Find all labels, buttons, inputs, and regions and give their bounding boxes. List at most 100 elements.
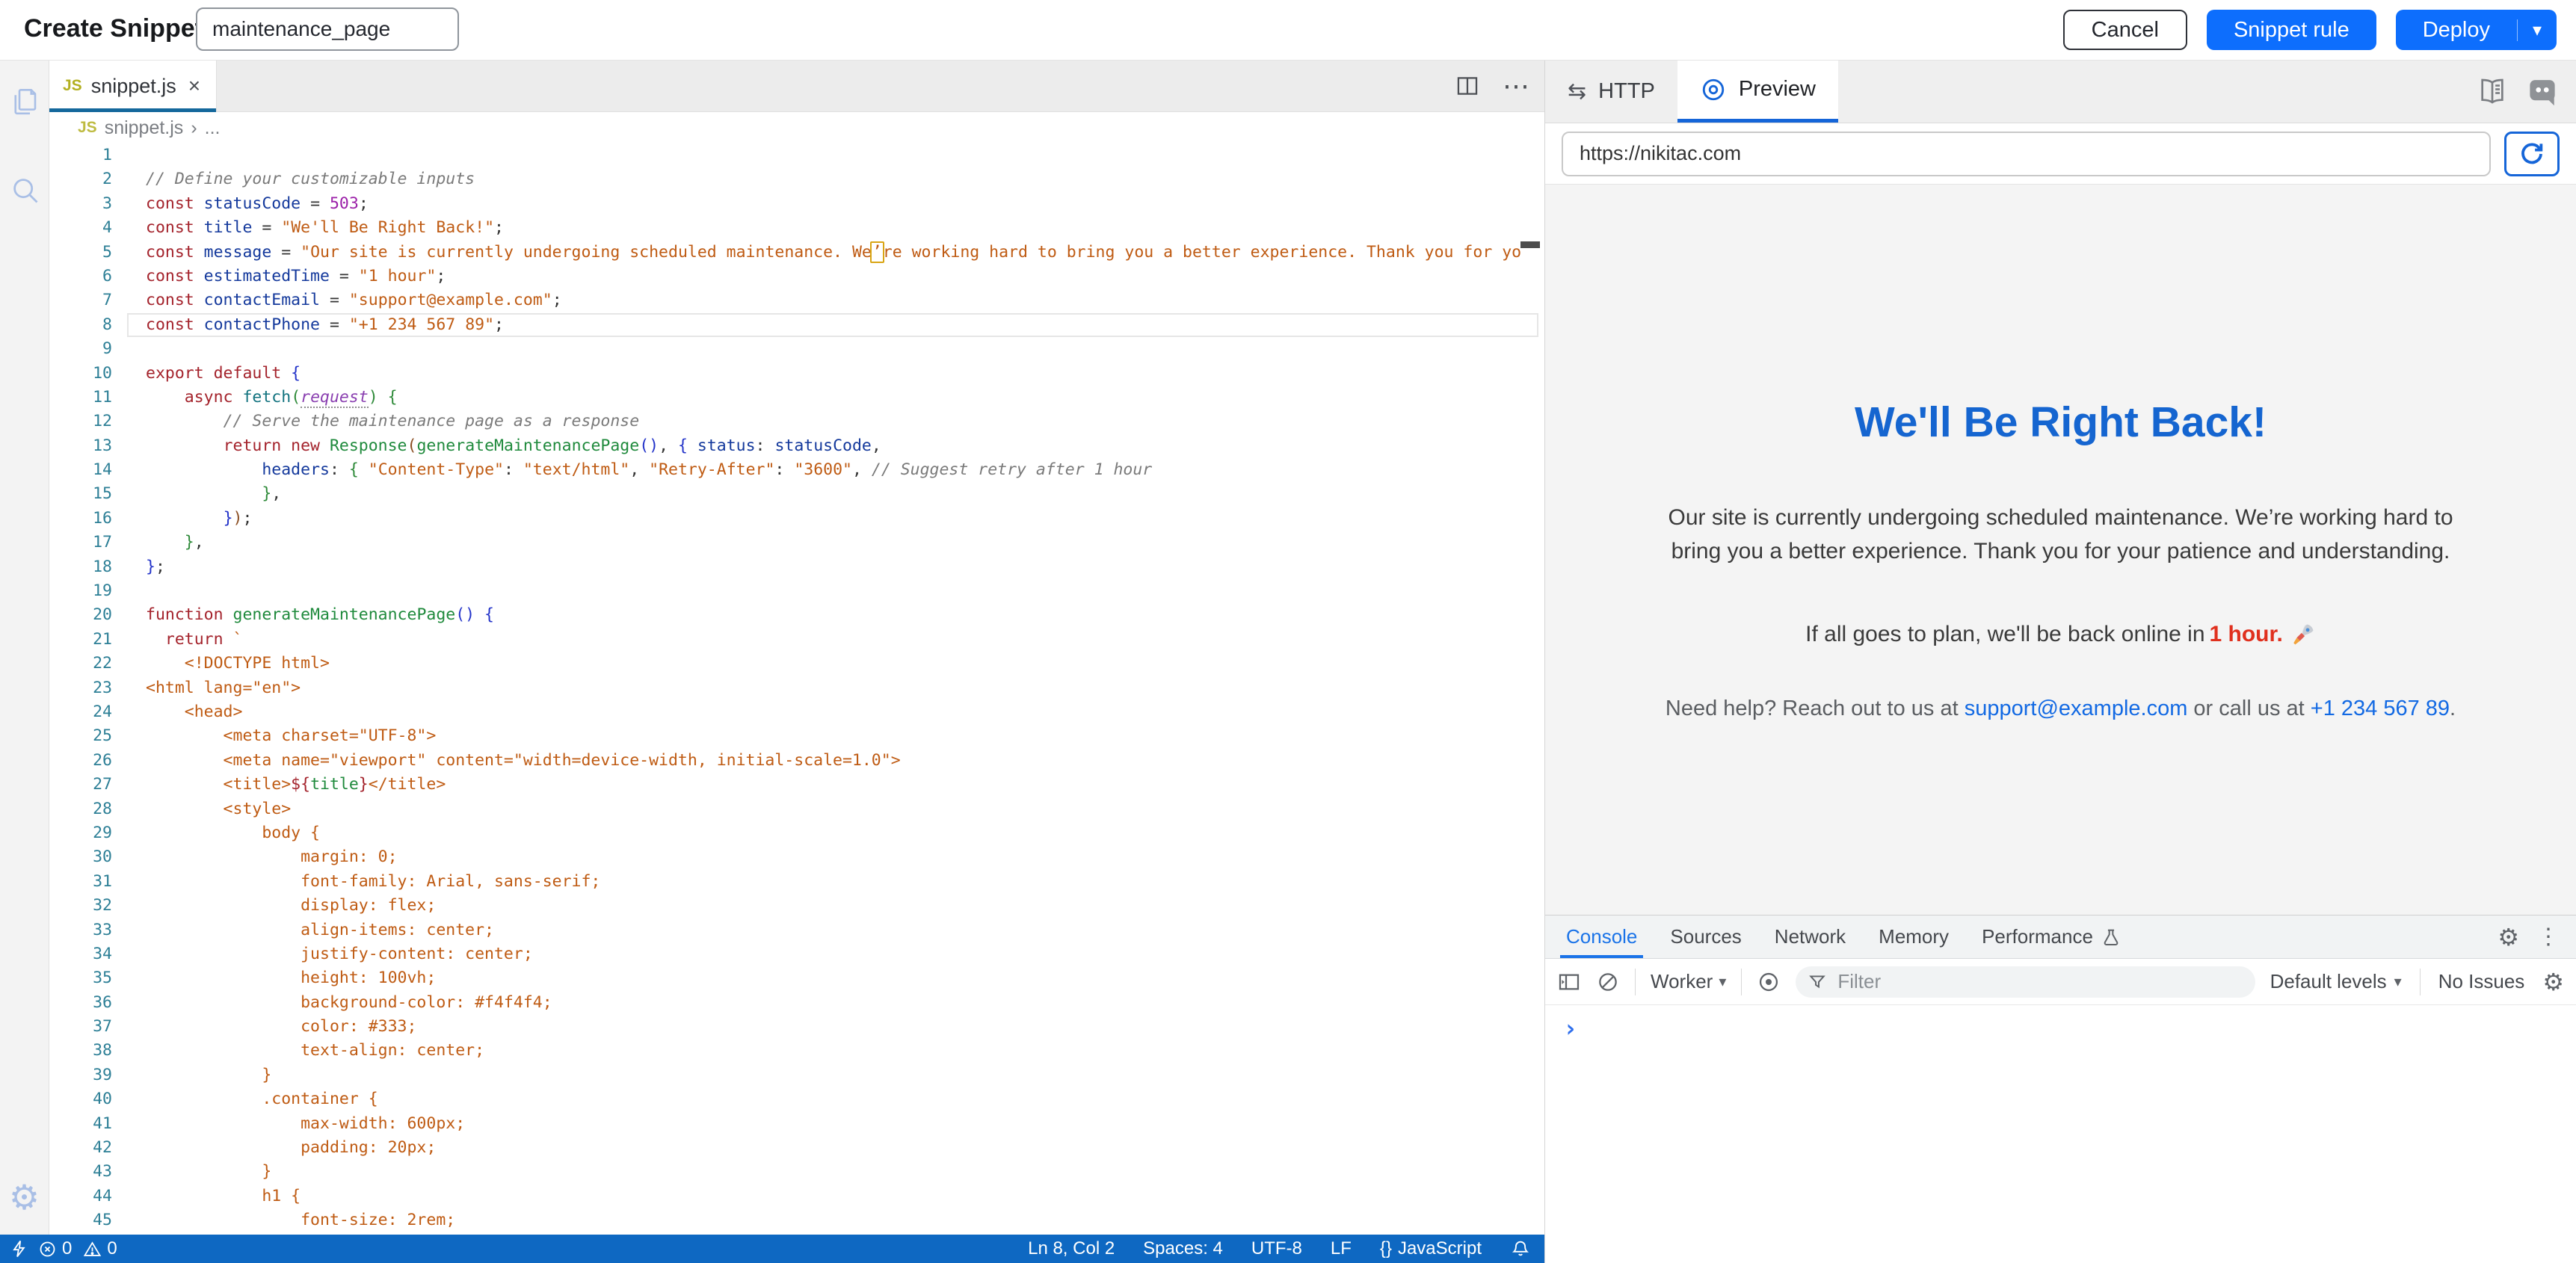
code-line[interactable]: 23<html lang="en">: [49, 676, 1544, 700]
language-mode[interactable]: {} JavaScript: [1380, 1238, 1482, 1259]
breadcrumb-more[interactable]: ...: [205, 117, 221, 139]
preview-panel: ⇆ HTTP Preview: [1544, 60, 2576, 1263]
tab-snippet-js[interactable]: JS snippet.js ×: [49, 60, 217, 112]
deploy-dropdown-button[interactable]: ▾: [2517, 19, 2557, 41]
flask-icon: [2101, 927, 2121, 948]
clear-console-icon[interactable]: [1596, 970, 1620, 994]
code-line[interactable]: 42 padding: 20px;: [49, 1136, 1544, 1160]
code-line[interactable]: 29 body {: [49, 821, 1544, 845]
tab-preview-label: Preview: [1739, 77, 1816, 102]
console-log-area[interactable]: ›: [1545, 1005, 2576, 1043]
settings-gear-icon[interactable]: ⚙: [0, 1167, 49, 1227]
code-line[interactable]: 22 <!DOCTYPE html>: [49, 652, 1544, 676]
preview-url-input[interactable]: [1562, 132, 2491, 176]
code-line[interactable]: 19: [49, 579, 1544, 603]
discord-icon[interactable]: [2527, 75, 2558, 107]
code-line[interactable]: 9: [49, 337, 1544, 361]
code-line[interactable]: 5const message = "Our site is currently …: [49, 241, 1544, 265]
code-line[interactable]: 26 <meta name="viewport" content="width=…: [49, 749, 1544, 773]
code-line[interactable]: 20function generateMaintenancePage() {: [49, 603, 1544, 627]
devtools-kebab-menu-icon[interactable]: ⋮: [2537, 926, 2560, 948]
code-line[interactable]: 36 background-color: #f4f4f4;: [49, 991, 1544, 1015]
console-sidebar-toggle-icon[interactable]: [1557, 970, 1581, 994]
code-line[interactable]: 44 h1 {: [49, 1185, 1544, 1208]
code-line[interactable]: 10export default {: [49, 362, 1544, 386]
code-line[interactable]: 12 // Serve the maintenance page as a re…: [49, 410, 1544, 433]
console-prompt[interactable]: ›: [1563, 1014, 1577, 1043]
code-line[interactable]: 43 }: [49, 1160, 1544, 1184]
eol-setting[interactable]: LF: [1331, 1238, 1352, 1259]
breadcrumb[interactable]: JS snippet.js › ...: [49, 112, 1544, 143]
split-editor-icon[interactable]: [1455, 73, 1480, 99]
console-filter-input[interactable]: [1836, 969, 2243, 994]
code-line[interactable]: 34 justify-content: center;: [49, 942, 1544, 966]
code-line[interactable]: 3const statusCode = 503;: [49, 192, 1544, 216]
code-line[interactable]: 11 async fetch(request) {: [49, 386, 1544, 410]
code-line[interactable]: 8const contactPhone = "+1 234 567 89";: [49, 313, 1544, 337]
code-line[interactable]: 37 color: #333;: [49, 1015, 1544, 1039]
notifications-bell-icon[interactable]: [1510, 1238, 1531, 1259]
code-lines[interactable]: 12// Define your customizable inputs3con…: [49, 143, 1544, 1235]
code-line[interactable]: 38 text-align: center;: [49, 1039, 1544, 1063]
editor-tab-bar: JS snippet.js × ⋯: [49, 60, 1544, 112]
snippet-rule-button[interactable]: Snippet rule: [2207, 10, 2376, 50]
problems-indicator[interactable]: 0 0: [37, 1238, 117, 1259]
code-line[interactable]: 17 },: [49, 531, 1544, 555]
code-line[interactable]: 40 .container {: [49, 1087, 1544, 1111]
code-line[interactable]: 2// Define your customizable inputs: [49, 167, 1544, 191]
code-line[interactable]: 16 });: [49, 507, 1544, 531]
more-actions-icon[interactable]: ⋯: [1503, 70, 1531, 102]
code-line[interactable]: 4const title = "We'll Be Right Back!";: [49, 216, 1544, 240]
refresh-button[interactable]: [2504, 132, 2560, 176]
deploy-button[interactable]: Deploy: [2396, 18, 2517, 43]
code-line[interactable]: 7const contactEmail = "support@example.c…: [49, 288, 1544, 312]
close-tab-icon[interactable]: ×: [188, 74, 200, 98]
code-line[interactable]: 15 },: [49, 482, 1544, 506]
code-line[interactable]: 14 headers: { "Content-Type": "text/html…: [49, 458, 1544, 482]
code-line[interactable]: 18};: [49, 555, 1544, 579]
issues-counter[interactable]: No Issues: [2438, 970, 2525, 993]
log-levels-dropdown[interactable]: Default levels ▾: [2270, 970, 2402, 993]
code-line[interactable]: 33 align-items: center;: [49, 918, 1544, 942]
tab-memory[interactable]: Memory: [1862, 915, 1965, 958]
tab-preview[interactable]: Preview: [1677, 60, 1838, 123]
search-icon[interactable]: [0, 160, 49, 220]
code-line[interactable]: 24 <head>: [49, 700, 1544, 724]
code-line[interactable]: 39 }: [49, 1063, 1544, 1087]
code-line[interactable]: 35 height: 100vh;: [49, 966, 1544, 990]
docs-book-icon[interactable]: [2477, 76, 2507, 106]
tab-http[interactable]: ⇆ HTTP: [1545, 60, 1677, 123]
remote-indicator-icon[interactable]: [9, 1238, 30, 1259]
code-line[interactable]: 30 margin: 0;: [49, 845, 1544, 869]
code-line[interactable]: 31 font-family: Arial, sans-serif;: [49, 870, 1544, 894]
console-filter[interactable]: [1796, 966, 2255, 998]
tab-network[interactable]: Network: [1758, 915, 1862, 958]
code-line[interactable]: 27 <title>${title}</title>: [49, 773, 1544, 797]
indentation-setting[interactable]: Spaces: 4: [1143, 1238, 1223, 1259]
support-phone-link[interactable]: +1 234 567 89: [2311, 697, 2450, 720]
code-line[interactable]: 13 return new Response(generateMaintenan…: [49, 434, 1544, 458]
tab-sources[interactable]: Sources: [1654, 915, 1757, 958]
breadcrumb-file[interactable]: snippet.js: [105, 117, 184, 139]
code-line[interactable]: 28 <style>: [49, 797, 1544, 821]
code-line[interactable]: 32 display: flex;: [49, 894, 1544, 918]
code-line[interactable]: 45 font-size: 2rem;: [49, 1208, 1544, 1232]
code-line[interactable]: 1: [49, 143, 1544, 167]
code-line[interactable]: 6const estimatedTime = "1 hour";: [49, 265, 1544, 288]
code-line[interactable]: 21 return `: [49, 628, 1544, 652]
cursor-position[interactable]: Ln 8, Col 2: [1028, 1238, 1115, 1259]
console-settings-gear-icon[interactable]: ⚙: [2542, 970, 2564, 994]
tab-performance[interactable]: Performance: [1965, 915, 2138, 958]
encoding-setting[interactable]: UTF-8: [1251, 1238, 1302, 1259]
devtools-settings-gear-icon[interactable]: ⚙: [2498, 925, 2519, 949]
files-icon[interactable]: [0, 72, 49, 132]
snippet-name-input[interactable]: [196, 7, 459, 51]
support-email-link[interactable]: support@example.com: [1965, 697, 2188, 720]
code-line[interactable]: 41 max-width: 600px;: [49, 1112, 1544, 1136]
editor-actions: ⋯: [1455, 60, 1531, 112]
live-expression-eye-icon[interactable]: [1757, 970, 1781, 994]
js-context-selector[interactable]: Worker ▾: [1651, 970, 1726, 993]
cancel-button[interactable]: Cancel: [2063, 10, 2187, 50]
tab-console[interactable]: Console: [1550, 915, 1654, 958]
code-line[interactable]: 25 <meta charset="UTF-8">: [49, 724, 1544, 748]
